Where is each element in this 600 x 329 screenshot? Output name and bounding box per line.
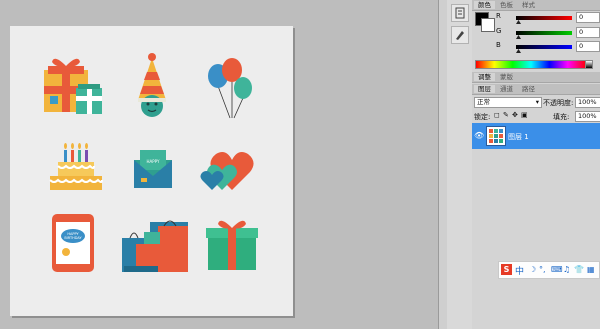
greeting-card-icon: HAPPY [134,150,172,188]
chevron-down-icon: ▾ [535,98,539,106]
keyboard-icon[interactable]: ⌨ [551,265,563,274]
r-track[interactable] [516,16,572,20]
party-hat-icon [138,53,166,117]
bw-ramp[interactable] [585,60,593,69]
fill-input[interactable]: 100% [575,111,600,122]
tab-adjustments[interactable]: 调整 [474,73,495,81]
right-panels: 颜色 色板 样式 R 0 G 0 B 0 调整 蒙版 图层 通道 路径 正常 ▾… [472,0,600,329]
layer-row[interactable]: 👁 图层 1 [472,123,600,149]
layer-name[interactable]: 图层 1 [508,132,529,142]
color-panel-tabs: 颜色 色板 样式 [472,0,600,11]
icon-artwork: HAPPY HAPPY BIRTHDAY [44,53,258,272]
r-label: R [496,12,501,20]
ime-mode-chinese[interactable]: 中 [515,264,524,277]
lock-all-icon[interactable]: ▣ [521,111,528,119]
tab-channels[interactable]: 通道 [496,85,517,93]
history-icon [455,7,465,19]
lock-transparent-icon[interactable]: ◻ [494,111,500,119]
r-value[interactable]: 0 [576,12,600,23]
canvas-workspace[interactable]: HAPPY HAPPY BIRTHDAY [0,0,438,329]
background-color-swatch[interactable] [481,18,495,32]
card-text: HAPPY [147,159,160,164]
adjust-panel-tabs: 调整 蒙版 [472,72,600,83]
sogou-logo-icon[interactable]: S [501,264,512,275]
layers-panel-tabs: 图层 通道 路径 [472,84,600,95]
opacity-input[interactable]: 100% [575,97,600,108]
color-spectrum-ramp[interactable] [475,60,587,69]
grid-icon[interactable]: ▦ [587,265,595,274]
lock-label: 锁定: [474,113,491,121]
brush-icon [456,31,464,40]
g-label: G [496,27,502,35]
fill-label: 填充: [553,113,570,121]
tablet-text-2: BIRTHDAY [64,236,82,240]
tablet-birthday-icon: HAPPY BIRTHDAY [52,214,94,272]
tab-color[interactable]: 颜色 [474,1,495,9]
opacity-label: 不透明度: [543,99,574,107]
b-label: B [496,41,501,49]
ime-toolbar[interactable]: S 中 ☽ °, ⌨ ♫ 👕 ▦ [498,261,600,279]
tab-masks[interactable]: 蒙版 [496,73,517,81]
wrapped-gift-icon [206,220,258,270]
g-track[interactable] [516,31,572,35]
collapsed-panel-strip [447,0,473,329]
b-value[interactable]: 0 [576,41,600,52]
b-thumb[interactable] [516,49,521,53]
voice-icon[interactable]: ♫ [563,265,570,274]
r-thumb[interactable] [516,20,521,24]
lock-position-icon[interactable]: ✥ [512,111,518,119]
balloons-icon [208,58,252,119]
blend-mode-select[interactable]: 正常 ▾ [474,97,542,108]
tab-layers[interactable]: 图层 [474,85,495,93]
document-canvas[interactable]: HAPPY HAPPY BIRTHDAY [10,26,293,316]
skin-icon[interactable]: 👕 [574,265,584,274]
layer-thumbnail-preview-icon [489,129,503,143]
g-value[interactable]: 0 [576,27,600,38]
tab-paths[interactable]: 路径 [518,85,539,93]
hearts-icon [200,152,254,190]
b-track[interactable] [516,45,572,49]
layer-thumbnail [486,126,506,146]
shopping-bags-icon [122,220,188,272]
eye-icon[interactable]: 👁 [474,131,484,140]
birthday-cake-icon [49,143,103,190]
tab-styles[interactable]: 样式 [518,1,539,9]
tab-swatches[interactable]: 色板 [496,1,517,9]
gift-box-icon [44,58,102,114]
blend-mode-value: 正常 [477,98,490,106]
lock-image-icon[interactable]: ✎ [503,111,509,119]
punctuation-icon[interactable]: °, [539,265,546,274]
moon-icon[interactable]: ☽ [529,265,536,274]
g-thumb[interactable] [516,35,521,39]
character-panel-button[interactable] [451,26,469,44]
history-panel-button[interactable] [451,4,469,22]
